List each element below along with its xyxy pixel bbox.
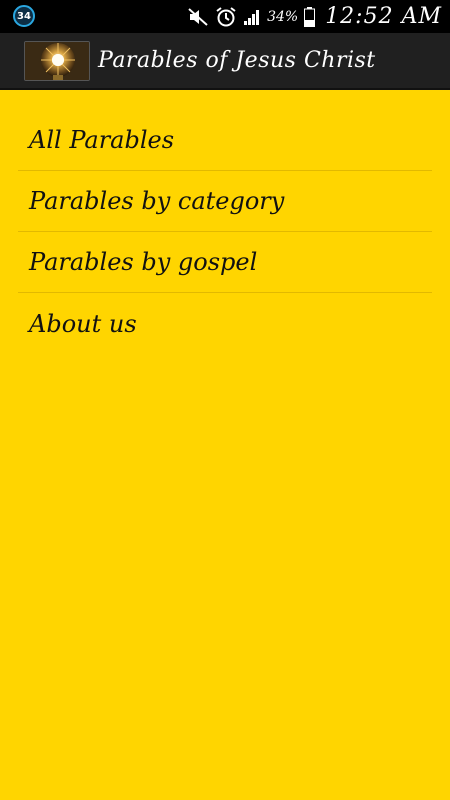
status-clock: 12:52 AM [325, 4, 442, 29]
app-title: Parables of Jesus Christ [98, 48, 376, 73]
action-bar: Parables of Jesus Christ [0, 33, 450, 90]
mute-icon [187, 7, 209, 27]
menu-item-parables-by-gospel[interactable]: Parables by gospel [18, 232, 432, 293]
notification-badge[interactable]: 34 [13, 5, 35, 27]
status-bar: 34 34% 12:52 AM [0, 0, 450, 33]
battery-icon [304, 6, 316, 27]
menu-item-all-parables[interactable]: All Parables [18, 110, 432, 171]
battery-percent: 34% [267, 8, 299, 25]
alarm-icon [215, 6, 237, 28]
menu-item-parables-by-category[interactable]: Parables by category [18, 171, 432, 232]
main-menu: All Parables Parables by category Parabl… [18, 110, 432, 354]
signal-icon [243, 8, 261, 26]
status-icons: 34% 12:52 AM [187, 0, 442, 33]
app-logo-image[interactable] [24, 40, 90, 81]
menu-item-about-us[interactable]: About us [18, 293, 432, 354]
